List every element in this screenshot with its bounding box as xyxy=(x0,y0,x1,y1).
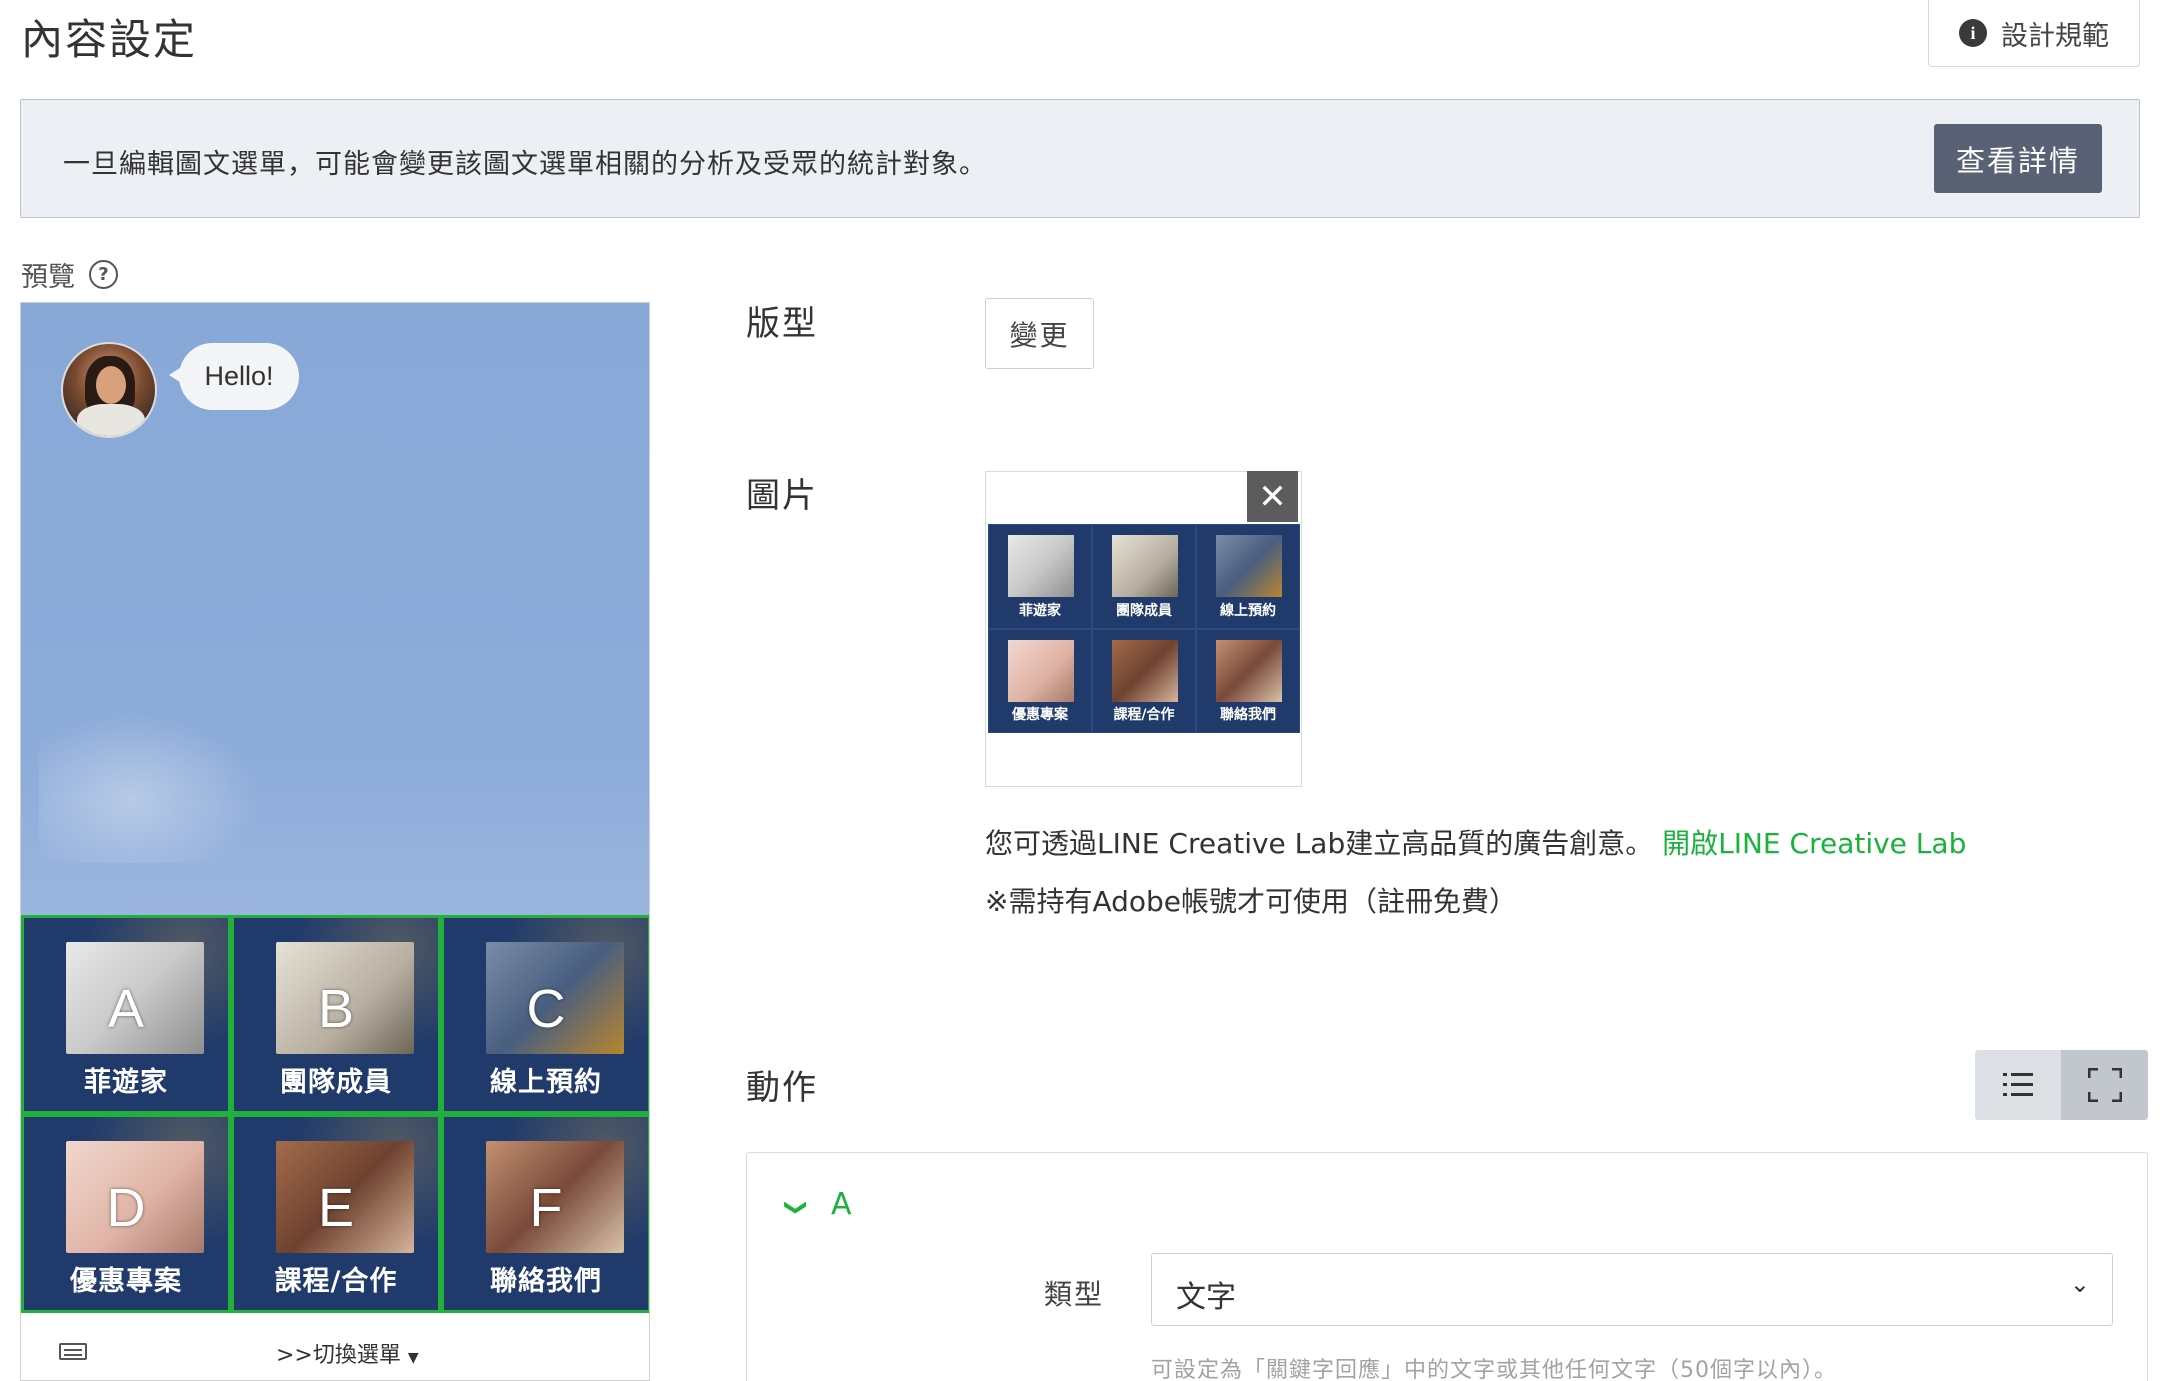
thumb-cell-image xyxy=(1008,535,1074,597)
action-type-select[interactable]: 文字 ⌄ xyxy=(1151,1253,2113,1326)
thumb-cell: 優惠專案 xyxy=(988,628,1092,733)
image-section-label: 圖片 xyxy=(746,476,818,516)
menu-area-label: 菲遊家 xyxy=(84,1067,168,1098)
rich-menu-grid: A 菲遊家 B 團隊成員 C 線上預約 D 優惠專案 E 課程/合作 F 聯絡我… xyxy=(21,915,649,1313)
view-toggle xyxy=(1975,1050,2148,1120)
thumb-cell: 團隊成員 xyxy=(1092,524,1196,629)
creative-lab-hint-text: 您可透過LINE Creative Lab建立高品質的廣告創意。 xyxy=(985,827,1654,860)
thumb-cell-label: 優惠專案 xyxy=(1012,707,1068,723)
caret-down-icon: ▼ xyxy=(407,1350,419,1366)
action-section-label: 動作 xyxy=(746,1068,818,1108)
thumb-cell: 菲遊家 xyxy=(988,524,1092,629)
menu-area-label: 團隊成員 xyxy=(280,1067,392,1098)
creative-lab-link[interactable]: 開啟LINE Creative Lab xyxy=(1662,827,1966,860)
thumb-cell: 線上預約 xyxy=(1196,524,1300,629)
menu-area-letter: C xyxy=(526,979,566,1039)
thumb-cell-label: 聯絡我們 xyxy=(1220,707,1276,723)
action-area-letter[interactable]: A xyxy=(831,1187,852,1222)
menu-area-letter: B xyxy=(317,979,355,1039)
thumb-cell-image xyxy=(1216,639,1282,702)
fullscreen-icon[interactable] xyxy=(2061,1050,2148,1120)
menu-area-label: 課程/合作 xyxy=(274,1266,398,1297)
help-icon[interactable]: ? xyxy=(89,260,118,289)
menu-area-b[interactable]: B 團隊成員 xyxy=(231,915,441,1114)
info-icon: i xyxy=(1959,19,1987,47)
preview-label-text: 預覽 xyxy=(21,262,75,293)
switch-menu-label: >>切換選單 xyxy=(276,1343,401,1368)
thumb-cell-image xyxy=(1112,535,1178,597)
adobe-note: ※需持有Adobe帳號才可使用（註冊免費） xyxy=(985,885,1518,918)
menu-area-e[interactable]: E 課程/合作 xyxy=(231,1114,441,1313)
layout-section-label: 版型 xyxy=(746,304,818,344)
menu-area-letter: E xyxy=(317,1178,355,1238)
close-icon[interactable]: ✕ xyxy=(1247,471,1298,522)
avatar-face xyxy=(96,366,126,404)
creative-lab-hint: 您可透過LINE Creative Lab建立高品質的廣告創意。 開啟LINE … xyxy=(985,822,1966,862)
menu-area-a[interactable]: A 菲遊家 xyxy=(21,915,231,1114)
page-title: 內容設定 xyxy=(21,15,198,64)
thumb-cell-label: 團隊成員 xyxy=(1116,602,1172,619)
notice-banner: 一旦編輯圖文選單，可能會變更該圖文選單相關的分析及受眾的統計對象。 查看詳情 xyxy=(20,99,2140,218)
chat-bar: >>切換選單 ▼ xyxy=(21,1313,649,1380)
thumb-cell-image xyxy=(1008,639,1074,702)
design-guidelines-button[interactable]: i 設計規範 xyxy=(1928,0,2140,67)
menu-area-f[interactable]: F 聯絡我們 xyxy=(441,1114,649,1313)
chat-area: Hello! xyxy=(21,303,649,915)
thumb-cell: 聯絡我們 xyxy=(1196,628,1300,733)
list-view-icon[interactable] xyxy=(1975,1050,2061,1120)
thumb-cell-label: 菲遊家 xyxy=(1019,602,1061,619)
cloud-decoration xyxy=(39,703,269,863)
view-details-button[interactable]: 查看詳情 xyxy=(1934,124,2102,193)
chat-bubble: Hello! xyxy=(179,343,299,410)
thumb-cell-label: 線上預約 xyxy=(1220,602,1276,619)
image-thumbnail: 菲遊家 團隊成員 線上預約 優惠專案 課程/合作 聯絡我們 xyxy=(988,524,1300,733)
phone-preview: Hello! A 菲遊家 B 團隊成員 C 線上預約 D 優惠專案 E 課程/合… xyxy=(20,302,650,1381)
menu-area-label: 聯絡我們 xyxy=(490,1266,602,1297)
keyboard-icon-row xyxy=(64,1354,82,1356)
chevron-down-icon: ⌄ xyxy=(2069,1270,2090,1298)
thumb-cell-label: 課程/合作 xyxy=(1113,707,1175,723)
design-guidelines-label: 設計規範 xyxy=(2001,20,2109,52)
menu-area-letter: F xyxy=(529,1178,563,1238)
chevron-down-icon[interactable]: ❯ xyxy=(784,1198,809,1216)
avatar-body xyxy=(77,404,145,436)
preview-label: 預覽 ? xyxy=(21,255,118,294)
change-layout-button[interactable]: 變更 xyxy=(985,298,1094,369)
action-type-label: 類型 xyxy=(1044,1278,1105,1311)
action-area-card: ❯ A 類型 文字 ⌄ 可設定為「關鍵字回應」中的文字或其他任何文字（50個字以… xyxy=(746,1152,2148,1381)
thumb-cell: 課程/合作 xyxy=(1092,628,1196,733)
menu-area-letter: A xyxy=(107,979,145,1039)
thumb-cell-image xyxy=(1216,535,1282,597)
avatar xyxy=(61,342,157,438)
menu-area-c[interactable]: C 線上預約 xyxy=(441,915,649,1114)
action-type-value: 文字 xyxy=(1176,1280,1236,1315)
thumb-cell-image xyxy=(1112,639,1178,702)
menu-area-label: 線上預約 xyxy=(490,1067,602,1098)
switch-menu-button[interactable]: >>切換選單 ▼ xyxy=(276,1337,419,1369)
menu-area-label: 優惠專案 xyxy=(70,1266,182,1297)
menu-area-letter: D xyxy=(106,1178,146,1238)
action-type-hint: 可設定為「關鍵字回應」中的文字或其他任何文字（50個字以內）。 xyxy=(1151,1358,1837,1381)
keyboard-icon[interactable] xyxy=(59,1343,87,1360)
notice-text: 一旦編輯圖文選單，可能會變更該圖文選單相關的分析及受眾的統計對象。 xyxy=(63,149,987,180)
keyboard-icon-row xyxy=(64,1349,82,1351)
menu-area-d[interactable]: D 優惠專案 xyxy=(21,1114,231,1313)
